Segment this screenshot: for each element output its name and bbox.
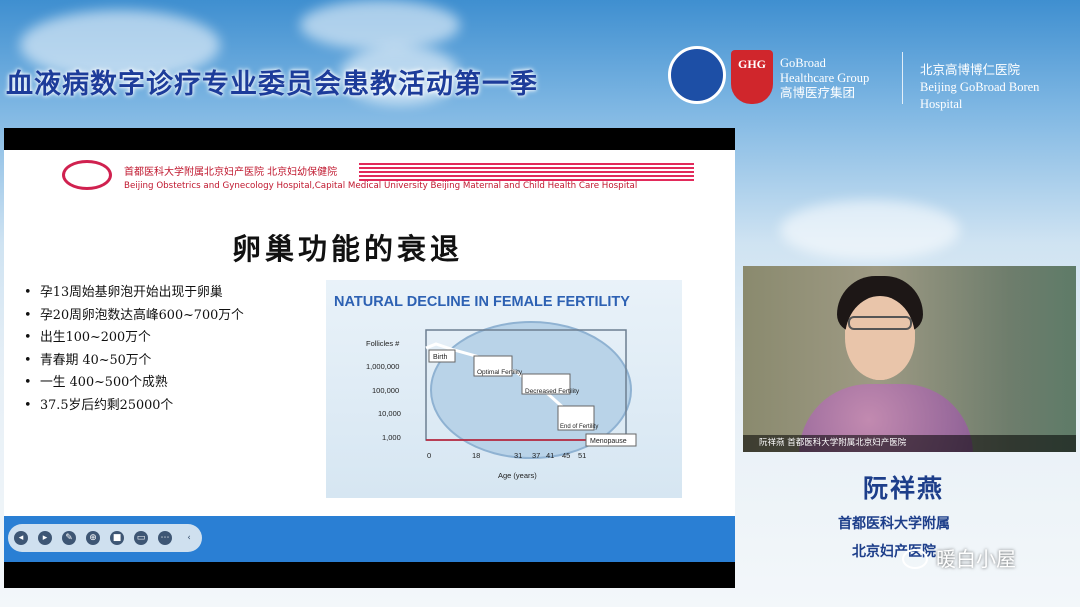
- more-icon[interactable]: ⋯: [158, 531, 172, 545]
- presentation-toolbar: ◂ ▸ ✎ ⊕ ■ ▭ ⋯ ‹: [4, 516, 735, 562]
- boren-cn: 北京高博博仁医院: [920, 63, 1021, 77]
- ghg-line1: GoBroad: [780, 56, 826, 70]
- slide: 首都医科大学附属北京妇产医院 北京妇幼保健院 Beijing Obstetric…: [4, 150, 735, 516]
- xtick: 41: [546, 451, 554, 460]
- bullet-item: 孕13周始基卵泡开始出现于卵巢: [24, 282, 244, 305]
- pen-icon[interactable]: ✎: [62, 531, 76, 545]
- bullet-item: 37.5岁后约剩25000个: [24, 395, 244, 418]
- bullet-item: 一生 400~500个成熟: [24, 372, 244, 395]
- hospital-logo: [62, 160, 112, 190]
- speaker-affiliation: 首都医科大学附属: [838, 516, 950, 532]
- slide-bottom-bar: [4, 562, 735, 588]
- ghg-text: GoBroad Healthcare Group 高博医疗集团: [780, 56, 869, 101]
- speaker-face: [845, 296, 915, 380]
- prev-icon[interactable]: ◂: [14, 531, 28, 545]
- bullet-list: 孕13周始基卵泡开始出现于卵巢 孕20周卵泡数达高峰600~700万个 出生10…: [24, 282, 244, 418]
- ytick: 100,000: [372, 386, 399, 395]
- cloud: [300, 0, 460, 50]
- toolbar-pill: ◂ ▸ ✎ ⊕ ■ ▭ ⋯ ‹: [8, 524, 202, 552]
- committee-logo: [668, 46, 726, 104]
- cloud: [780, 200, 960, 260]
- boren-en: Beijing GoBroad Boren Hospital: [920, 80, 1040, 111]
- ylabel: Follicles #: [366, 339, 400, 348]
- next-icon[interactable]: ▸: [38, 531, 52, 545]
- xtick: 31: [514, 451, 522, 460]
- collapse-icon[interactable]: ‹: [182, 531, 196, 545]
- chat-icon[interactable]: ▭: [134, 531, 148, 545]
- annotation-birth: Birth: [433, 354, 448, 361]
- xtick: 37: [532, 451, 540, 460]
- ghg-line3: 高博医疗集团: [780, 86, 856, 100]
- ytick: 1,000,000: [366, 362, 399, 371]
- bullet-item: 出生100~200万个: [24, 327, 244, 350]
- xtick: 45: [562, 451, 570, 460]
- figure-svg: Follicles # 1,000,000 100,000 10,000 1,0…: [366, 321, 637, 480]
- divider: [902, 52, 903, 104]
- annotation-optimal: Optimal Fertility: [477, 369, 523, 376]
- slide-hospital-cn: 首都医科大学附属北京妇产医院 北京妇幼保健院: [124, 167, 338, 178]
- xtick: 0: [427, 451, 431, 460]
- speaker-name: 阮祥燕: [863, 474, 945, 503]
- ghg-abbr: GHG: [737, 57, 766, 71]
- boren-hospital: 北京高博博仁医院 Beijing GoBroad Boren Hospital: [920, 62, 1080, 113]
- fertility-figure: NATURAL DECLINE IN FEMALE FERTILITY Foll…: [326, 280, 682, 498]
- slide-top-bar: [4, 128, 735, 150]
- bullet-item: 孕20周卵泡数达高峰600~700万个: [24, 305, 244, 328]
- xlabel: Age (years): [498, 471, 537, 480]
- xtick: 18: [472, 451, 480, 460]
- annotation-menopause: Menopause: [590, 438, 627, 445]
- header-stripes: [359, 163, 694, 181]
- speaker-glasses: [848, 316, 912, 330]
- zoom-icon[interactable]: ⊕: [86, 531, 100, 545]
- ytick: 1,000: [382, 433, 401, 442]
- shared-screen: 首都医科大学附属北京妇产医院 北京妇幼保健院 Beijing Obstetric…: [4, 128, 735, 588]
- annotation-end: End of Fertility: [560, 424, 598, 430]
- speaker-video: 阮祥燕 首都医科大学附属北京妇产医院: [743, 266, 1076, 452]
- ghg-line2: Healthcare Group: [780, 71, 870, 85]
- ghg-logo: GHG: [731, 50, 773, 104]
- video-name-bar: 阮祥燕 首都医科大学附属北京妇产医院: [743, 435, 1076, 452]
- xtick: 51: [578, 451, 586, 460]
- bullet-item: 青春期 40~50万个: [24, 350, 244, 373]
- annotation-decreased: Decreased Fertility: [525, 388, 580, 395]
- slide-title: 卵巢功能的衰退: [232, 232, 464, 266]
- camera-icon[interactable]: ■: [110, 531, 124, 545]
- ytick: 10,000: [378, 409, 401, 418]
- watermark: 暖白小屋: [936, 547, 1016, 571]
- slide-hospital-en: Beijing Obstetrics and Gynecology Hospit…: [124, 181, 638, 191]
- wechat-icon: [902, 549, 928, 569]
- banner-title: 血液病数字诊疗专业委员会患教活动第一季: [6, 69, 538, 100]
